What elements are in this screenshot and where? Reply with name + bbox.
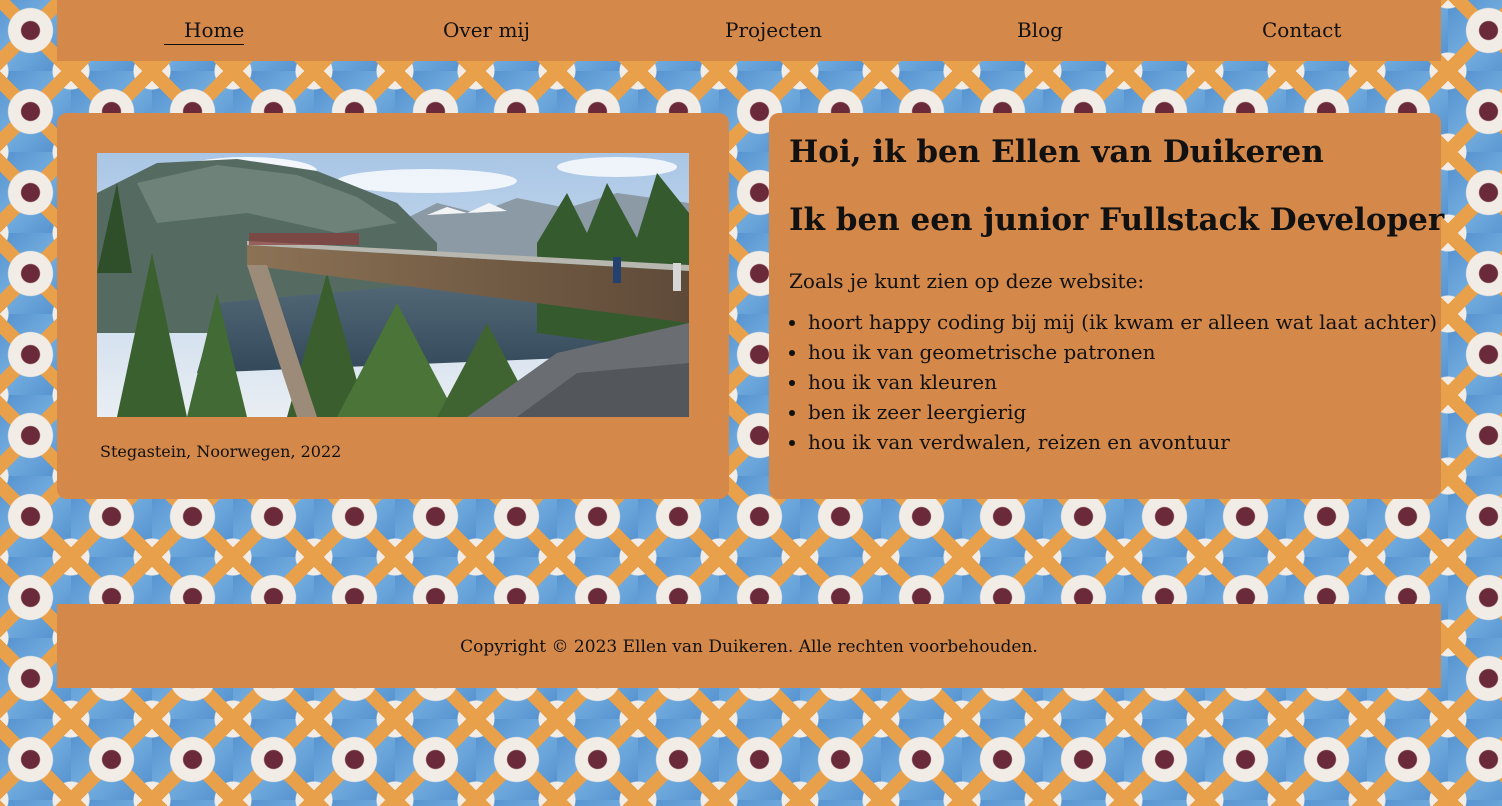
footer: Copyright © 2023 Ellen van Duikeren. All…	[57, 604, 1441, 688]
intro-list: hoort happy coding bij mij (ik kwam er a…	[789, 307, 1437, 457]
intro-subheading: Ik ben een junior Fullstack Developer	[789, 202, 1445, 238]
list-item: hou ik van geometrische patronen	[808, 337, 1421, 367]
intro-heading: Hoi, ik ben Ellen van Duikeren	[789, 134, 1324, 170]
intro-card: Hoi, ik ben Ellen van Duikeren Ik ben ee…	[769, 113, 1445, 499]
nav-link-projecten[interactable]: Projecten	[725, 17, 822, 43]
stegastein-photo	[97, 153, 689, 417]
nav-link-home[interactable]: Home	[164, 17, 245, 45]
photo-caption: Stegastein, Noorwegen, 2022	[100, 442, 342, 461]
copyright-text: Copyright © 2023 Ellen van Duikeren. All…	[460, 637, 1038, 657]
main-navigation: Home Over mij Projecten Blog Contact	[57, 0, 1441, 61]
intro-lead: Zoals je kunt zien op deze website:	[789, 269, 1145, 293]
nav-link-over-mij[interactable]: Over mij	[443, 17, 530, 43]
list-item: hou ik van kleuren	[808, 367, 1421, 397]
list-item: hoort happy coding bij mij (ik kwam er a…	[808, 307, 1437, 337]
list-item: hou ik van verdwalen, reizen en avontuur	[808, 427, 1421, 457]
nav-link-contact[interactable]: Contact	[1262, 17, 1341, 43]
photo-card: Stegastein, Noorwegen, 2022	[57, 113, 729, 499]
list-item: ben ik zeer leergierig	[808, 397, 1421, 427]
nav-link-blog[interactable]: Blog	[1017, 17, 1063, 43]
